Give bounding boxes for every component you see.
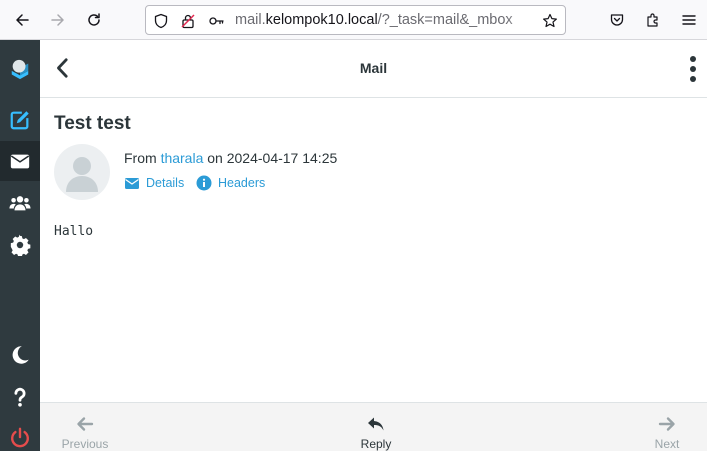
back-arrow-icon[interactable] <box>9 7 35 33</box>
headers-link-label: Headers <box>218 176 266 190</box>
from-label: From <box>124 150 157 166</box>
url-text[interactable]: mail.kelompok10.local/?_task=mail&_mbox <box>235 12 532 28</box>
page-title: Mail <box>359 60 388 76</box>
pocket-icon[interactable] <box>604 7 630 33</box>
sender-avatar <box>54 144 110 200</box>
next-label: Next <box>654 437 680 451</box>
compose-icon[interactable] <box>0 100 40 140</box>
next-button[interactable]: Next <box>627 403 707 451</box>
shield-icon[interactable] <box>152 12 170 30</box>
details-link[interactable]: Details <box>124 175 184 191</box>
back-button[interactable] <box>50 55 76 81</box>
arrow-left-icon <box>77 417 94 431</box>
roundcube-logo-icon[interactable] <box>0 49 40 89</box>
url-fade <box>506 8 534 32</box>
details-link-label: Details <box>146 176 185 190</box>
browser-toolbar: mail.kelompok10.local/?_task=mail&_mbox <box>0 0 707 40</box>
message-date: 2024-04-17 14:25 <box>226 150 338 166</box>
reply-label: Reply <box>360 437 392 451</box>
message-header-bar: Mail <box>40 40 707 98</box>
url-prefix: mail. <box>235 12 266 28</box>
url-host: kelompok10.local <box>265 12 378 28</box>
envelope-icon <box>125 178 139 189</box>
info-circle-icon <box>196 175 212 191</box>
from-line: From tharala on 2024-04-17 14:25 <box>124 150 337 166</box>
on-label: on <box>207 150 223 166</box>
more-options-button[interactable] <box>683 54 703 84</box>
chevron-left-icon <box>57 58 68 78</box>
message-subject: Test test <box>54 113 131 134</box>
sender-link[interactable]: tharala <box>161 150 204 166</box>
forward-arrow-icon[interactable] <box>45 7 71 33</box>
dark-mode-moon-icon[interactable] <box>0 335 40 375</box>
app-sidebar <box>0 40 40 451</box>
mail-icon[interactable] <box>0 141 40 181</box>
url-rest: /?_task=mail&_mbox <box>377 12 513 28</box>
message-body: Hallo <box>54 224 94 239</box>
reply-button[interactable]: Reply <box>336 403 416 451</box>
headers-link[interactable]: Headers <box>196 175 265 191</box>
previous-label: Previous <box>61 437 109 451</box>
insecure-lock-icon[interactable] <box>179 12 197 30</box>
logout-power-icon[interactable] <box>0 418 40 451</box>
person-icon <box>66 157 98 192</box>
arrow-right-icon <box>658 417 675 431</box>
bookmark-star-icon[interactable] <box>541 12 559 30</box>
reload-icon[interactable] <box>81 7 107 33</box>
url-bar[interactable]: mail.kelompok10.local/?_task=mail&_mbox <box>145 5 566 35</box>
key-icon[interactable] <box>207 12 225 30</box>
hamburger-menu-icon[interactable] <box>676 7 702 33</box>
reply-icon <box>368 417 384 431</box>
vertical-dots-icon <box>690 56 696 82</box>
previous-button[interactable]: Previous <box>45 403 125 451</box>
help-icon[interactable] <box>0 377 40 417</box>
settings-gear-icon[interactable] <box>0 225 40 265</box>
message-footer: Previous Reply Next <box>40 402 707 451</box>
extensions-icon[interactable] <box>640 7 666 33</box>
contacts-icon[interactable] <box>0 183 40 223</box>
